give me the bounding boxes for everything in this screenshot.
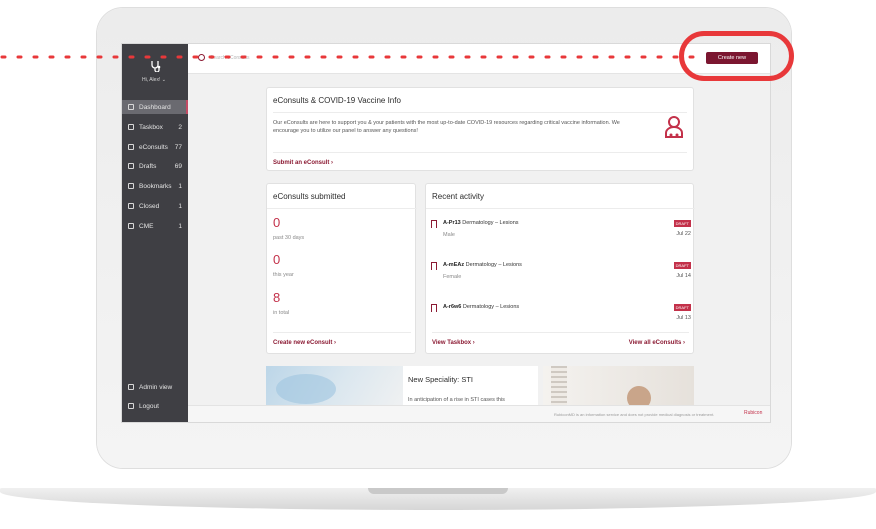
divider: [426, 208, 695, 209]
sidebar-item-count: 1: [178, 202, 182, 210]
sidebar-item-label: Taskbox: [139, 123, 163, 131]
footer-bar: RubiconMD is an information service and …: [188, 405, 770, 422]
sidebar-item-label: Dashboard: [139, 103, 171, 111]
divider: [267, 208, 417, 209]
consult-id: A-mEAz: [443, 262, 465, 268]
sidebar-item-bookmarks[interactable]: Bookmarks 1: [122, 179, 188, 193]
sidebar-item-label: Drafts: [139, 162, 157, 170]
taskbox-icon: [128, 124, 134, 130]
sidebar-item-closed[interactable]: Closed 1: [122, 199, 188, 213]
gloved-hand-image: [276, 374, 336, 404]
cme-icon: [128, 223, 134, 229]
stat-caption: in total: [273, 310, 290, 316]
laptop-mockup: Hi, Alex! ⌄ Dashboard Taskbox 2 eConsult…: [0, 0, 876, 529]
logout-icon: [128, 403, 134, 409]
econsults-submitted-card: eConsults submitted 0 past 30 days 0 thi…: [266, 183, 417, 354]
sidebar-item-label: CME: [139, 222, 154, 230]
activity-date: Jul 14: [676, 273, 691, 279]
drafts-icon: [128, 163, 134, 169]
sidebar-item-count: 2: [178, 123, 182, 131]
consult-topic: Dermatology – Lesions: [462, 220, 519, 226]
divider: [273, 112, 687, 113]
activity-subtitle: Male: [443, 232, 455, 238]
view-taskbox-link[interactable]: View Taskbox ›: [432, 340, 475, 346]
consult-id: A-Pr13: [443, 220, 461, 226]
sidebar-item-label: Admin view: [139, 383, 173, 391]
admin-icon: [128, 384, 134, 390]
activity-row[interactable]: A-Pr13 Dermatology – Lesions Male DRAFT …: [431, 220, 691, 250]
activity-row[interactable]: A-mEAz Dermatology – Lesions Female DRAF…: [431, 262, 691, 292]
bookmark-icon[interactable]: [431, 262, 437, 270]
activity-date: Jul 22: [676, 231, 691, 237]
sidebar-item-label: Closed: [139, 202, 160, 210]
sidebar-item-logout[interactable]: Logout: [122, 399, 188, 413]
draft-badge: DRAFT: [673, 262, 691, 269]
sidebar-item-dashboard[interactable]: Dashboard: [122, 100, 188, 114]
sidebar-item-label: Logout: [139, 402, 159, 410]
promo-text: In anticipation of a rise in STI cases t…: [408, 397, 505, 403]
dashboard-icon: [128, 104, 134, 110]
sidebar-item-cme[interactable]: CME 1: [122, 219, 188, 233]
bookmark-icon: [128, 183, 134, 189]
sidebar-item-label: Bookmarks: [139, 182, 172, 190]
sidebar-item-admin-view[interactable]: Admin view: [122, 380, 188, 394]
activity-subtitle: Female: [443, 274, 462, 280]
draft-badge: DRAFT: [673, 304, 691, 311]
sidebar-item-label: eConsults: [139, 143, 168, 151]
divider: [273, 332, 411, 333]
app-screen: Hi, Alex! ⌄ Dashboard Taskbox 2 eConsult…: [122, 44, 770, 422]
submit-econsult-link[interactable]: Submit an eConsult ›: [273, 160, 333, 166]
divider: [273, 152, 687, 153]
create-new-econsult-link[interactable]: Create new eConsult ›: [273, 340, 336, 346]
sidebar-item-count: 1: [178, 182, 182, 190]
vaccine-info-card: eConsults & COVID-19 Vaccine Info Our eC…: [266, 87, 694, 171]
vaccine-card-body: Our eConsults are here to support you & …: [273, 120, 620, 134]
sidebar-item-drafts[interactable]: Drafts 69: [122, 159, 188, 173]
stat-caption: this year: [273, 272, 294, 278]
stat-value: 0: [273, 215, 281, 230]
draft-badge: DRAFT: [673, 220, 691, 227]
bookmark-icon[interactable]: [431, 304, 437, 312]
activity-row[interactable]: A-r6w6 Dermatology – Lesions DRAFT Jul 1…: [431, 304, 691, 334]
laptop-notch: [368, 488, 508, 494]
doctor-icon: [664, 115, 684, 144]
activity-card-title: Recent activity: [432, 192, 485, 201]
activity-title: A-Pr13 Dermatology – Lesions: [443, 220, 519, 226]
vaccine-card-title: eConsults & COVID-19 Vaccine Info: [273, 96, 401, 105]
stat-value: 0: [273, 252, 281, 267]
submitted-card-title: eConsults submitted: [273, 192, 346, 201]
promo-title: New Speciality: STI: [408, 375, 474, 384]
consult-topic: Dermatology – Lesions: [465, 262, 522, 268]
sidebar-item-count: 1: [178, 222, 182, 230]
sidebar-item-taskbox[interactable]: Taskbox 2: [122, 120, 188, 134]
activity-title: A-mEAz Dermatology – Lesions: [443, 262, 522, 268]
view-all-econsults-link[interactable]: View all eConsults ›: [629, 340, 685, 346]
bookmark-icon[interactable]: [431, 220, 437, 228]
sidebar-item-econsults[interactable]: eConsults 77: [122, 140, 188, 154]
sidebar: Hi, Alex! ⌄ Dashboard Taskbox 2 eConsult…: [122, 44, 188, 422]
closed-icon: [128, 203, 134, 209]
dotted-pointer-line: [0, 55, 697, 59]
sidebar-item-count: 77: [174, 143, 182, 151]
highlight-ring: [679, 31, 794, 81]
sidebar-item-count: 69: [174, 162, 182, 170]
user-greeting-menu[interactable]: Hi, Alex! ⌄: [142, 77, 166, 83]
econsults-icon: [128, 144, 134, 150]
disclaimer-text: RubiconMD is an information service and …: [554, 412, 715, 417]
divider: [432, 332, 689, 333]
stat-value: 8: [273, 290, 281, 305]
activity-date: Jul 13: [676, 315, 691, 321]
rubicon-logo: Rubicon: [744, 410, 763, 416]
consult-topic: Dermatology – Lesions: [462, 304, 520, 310]
stethoscope-logo-icon: [150, 60, 162, 75]
recent-activity-card: Recent activity A-Pr13 Dermatology – Les…: [425, 183, 695, 354]
stat-caption: past 30 days: [273, 235, 305, 241]
consult-id: A-r6w6: [443, 304, 462, 310]
activity-title: A-r6w6 Dermatology – Lesions: [443, 304, 519, 310]
